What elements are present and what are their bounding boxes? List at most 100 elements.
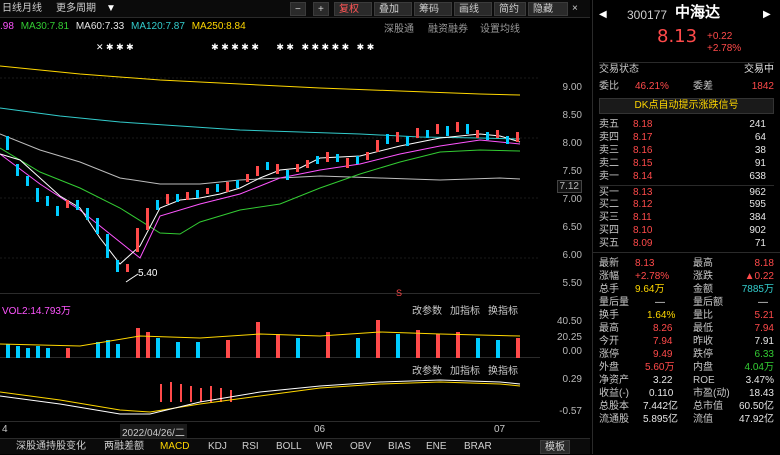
stats-row: 最新 8.13 最高 8.18 [599,257,774,271]
volume-bars [0,320,521,358]
candles [6,122,519,272]
stat-value: 8.26 [653,323,673,334]
price-axis-9.00: 9.00 [562,82,582,93]
status-row: 交易状态 交易中 [599,62,774,76]
stat-label: 总市值 [693,401,723,412]
prev-stock-icon[interactable]: ◀ [599,8,607,22]
period-dropdown-icon[interactable]: ▼ [106,2,116,16]
tab-obv[interactable]: OBV [350,440,371,454]
simple-button[interactable]: 简约 [494,2,526,16]
overlay-button[interactable]: 叠加 [374,2,412,16]
tab-template[interactable]: 模板 [540,440,570,454]
volume-panel[interactable]: VOL2:14.793万 改参数 加指标 换指标 [0,300,540,358]
tab-rsi[interactable]: RSI [242,440,259,454]
stat-label: 内盘 [693,362,713,373]
stat-label: 最低 [693,323,713,334]
collapse-icon[interactable]: × [572,2,578,16]
buy-4-price: 8.10 [633,225,653,236]
zoom-in-button[interactable]: + [313,2,329,16]
stat-value: 6.33 [754,349,774,360]
chips-button[interactable]: 筹码 [414,2,452,16]
ma60-line [0,133,521,185]
stat-label: 总股本 [599,401,629,412]
stat-value: 7.94 [653,336,673,347]
stats-row: 总手 9.64万 金额 7885万 [599,283,774,297]
buy-2-row: 买二 8.12 595 [599,198,774,212]
ma-legend: .98 MA30:7.81 MA60:7.33 MA120:7.87 MA250… [0,20,250,34]
stats-row: 涨幅 +2.78% 涨跌 ▲0.22 [599,270,774,284]
date-axis-cursor: 2022/04/26/二 [120,424,187,439]
sell-2-row: 卖二 8.15 91 [599,157,774,171]
tab-brar[interactable]: BRAR [464,440,492,454]
sell-4-label: 卖四 [599,132,619,143]
kline-chart[interactable]: 5.40 S ✕ ✱ ✱ ✱ ✱ ✱ ✱ ✱ ✱ ✱ ✱ ✱ ✱ ✱ ✱ ✱ ✱… [0,38,540,298]
quote-panel: ◀ 300177 中海达 ▶ 8.13 +0.22 +2.78% 交易状态 交易… [592,0,780,454]
next-stock-icon[interactable]: ▶ [763,8,771,22]
stat-value: 8.13 [635,258,655,269]
sell-3-label: 卖三 [599,145,619,156]
buy-2-vol: 595 [749,199,766,210]
status-value: 交易中 [744,64,774,75]
stats-row: 总股本 7.442亿 总市值 60.50亿 [599,400,774,414]
sell-5-row: 卖五 8.18 241 [599,118,774,132]
more-periods-tab[interactable]: 更多周期 [56,2,96,16]
macd-axis-0.29: 0.29 [562,374,582,385]
stats-row: 收益(-) 0.110 市盈(动) 18.43 [599,387,774,401]
webi-value: 46.21% [635,81,669,92]
period-day-tab[interactable]: 日线 [2,2,22,16]
stat-value: — [758,297,768,308]
sell-5-vol: 241 [749,119,766,130]
sell-4-vol: 64 [754,132,766,143]
buy-5-price: 8.09 [633,238,653,249]
tab-macd[interactable]: MACD [160,440,189,454]
tab-shsz-holdings[interactable]: 深股通持股变化 [16,440,86,454]
quote-header: ◀ 300177 中海达 ▶ [599,5,774,24]
tab-margin-diff[interactable]: 两融差额 [104,440,144,454]
stat-label: 最高 [693,258,713,269]
sell-2-vol: 91 [754,158,766,169]
buy-4-label: 买四 [599,225,619,236]
stats-row: 流通股 5.895亿 流值 47.92亿 [599,413,774,427]
period-month-tab[interactable]: 月线 [22,2,42,16]
dk-signal-banner[interactable]: DK点自动提示涨跌信号 [599,98,774,114]
tab-bias[interactable]: BIAS [388,440,411,454]
zoom-out-button[interactable]: − [290,2,306,16]
price-axis-6.50: 6.50 [562,222,582,233]
stats-row: 净资产 3.22 ROE 3.47% [599,374,774,388]
stat-value: 3.47% [745,375,774,386]
tab-boll[interactable]: BOLL [276,440,302,454]
stats-row: 涨停 9.49 跌停 6.33 [599,348,774,362]
price-axis-7.50: 7.50 [562,166,582,177]
stat-value: 1.64% [647,310,676,321]
buy-3-price: 8.11 [633,212,652,223]
stats-row: 外盘 5.60万 内盘 4.04万 [599,361,774,375]
ma20-line [0,139,521,259]
tab-ene[interactable]: ENE [426,440,447,454]
tab-wr[interactable]: WR [316,440,333,454]
stat-label: 换手 [599,310,619,321]
ma60-label: MA60:7.33 [75,21,125,32]
sell-5-price: 8.18 [633,119,653,130]
hide-button[interactable]: 隐藏 [528,2,568,16]
top-toolbar: 日线 月线 更多周期 ▼ − + 复权 叠加 筹码 画线 简约 隐藏 × [0,0,590,18]
price-axis-5.50: 5.50 [562,278,582,289]
adjust-button[interactable]: 复权 [334,2,372,16]
ma5-label: .98 [0,21,14,32]
stat-value: 4.04万 [744,362,774,373]
macd-panel[interactable]: 改参数 加指标 换指标 [0,362,540,422]
shenzhen-connect-link[interactable]: 深股通 [384,20,414,35]
tab-kdj[interactable]: KDJ [208,440,227,454]
vol-axis-20.25: 20.25 [556,332,582,343]
stat-label: 总手 [599,284,619,295]
margin-trading-link[interactable]: 融资融券 [428,20,468,35]
sell-4-row: 卖四 8.17 64 [599,131,774,145]
set-ma-link[interactable]: 设置均线 [480,20,520,35]
buy-3-vol: 384 [749,212,766,223]
stat-label: 金额 [693,284,713,295]
buy-4-vol: 902 [749,225,766,236]
draw-button[interactable]: 画线 [454,2,492,16]
buy-5-vol: 71 [754,238,766,249]
stats-row: 今开 7.94 昨收 7.91 [599,335,774,349]
ma250-label: MA250:8.84 [191,21,246,32]
stat-value: 7.442亿 [643,401,679,412]
